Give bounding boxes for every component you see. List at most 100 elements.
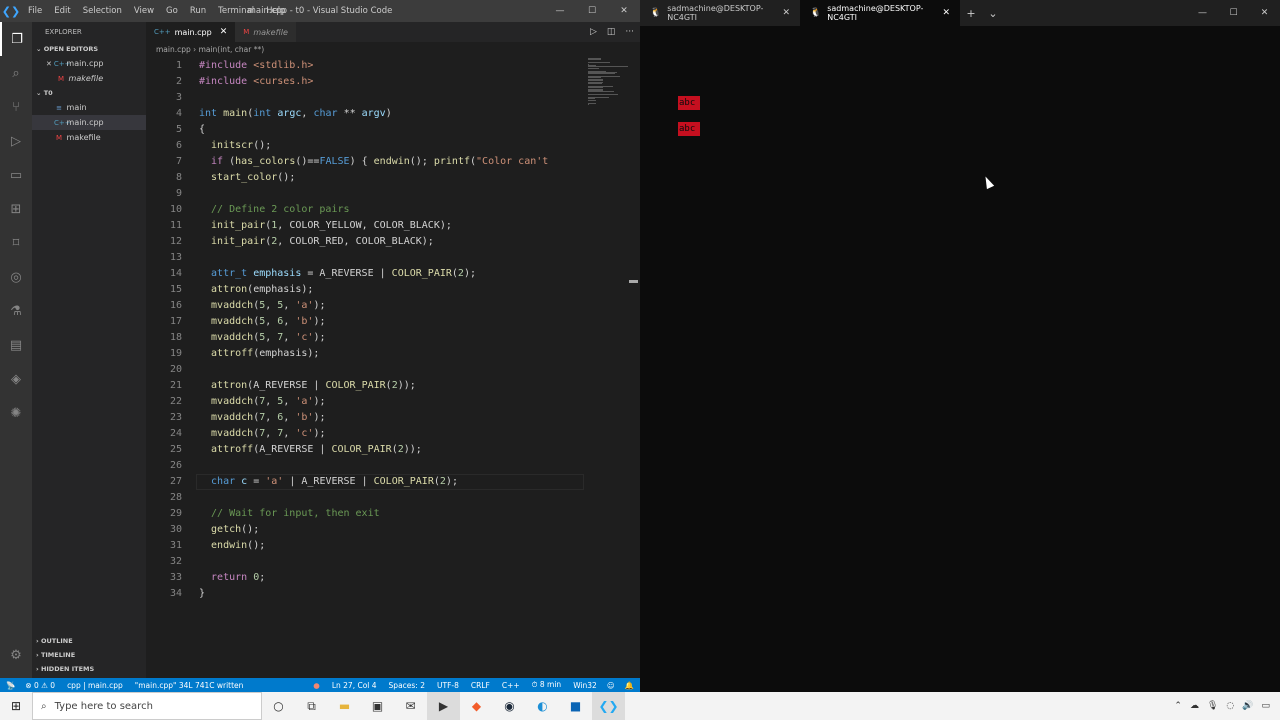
code-line[interactable]: initscr(); xyxy=(199,138,271,154)
code-line[interactable]: mvaddch(5, 7, 'c'); xyxy=(199,330,325,346)
code-line[interactable]: attr_t emphasis = A_REVERSE | COLOR_PAIR… xyxy=(199,266,476,282)
maximize-icon[interactable]: ☐ xyxy=(1218,0,1249,26)
open-editor-main-cpp[interactable]: ✕ C++ main.cpp xyxy=(32,56,146,71)
extensions-icon[interactable]: ⊞ xyxy=(0,192,32,226)
close-icon[interactable]: ✕ xyxy=(46,60,52,68)
settings-gear-icon[interactable]: ⚙ xyxy=(0,638,32,672)
close-icon[interactable]: ✕ xyxy=(1249,0,1280,26)
cursor-position[interactable]: Ln 27, Col 4 xyxy=(326,681,383,690)
docker-icon[interactable]: ◈ xyxy=(0,362,32,396)
new-tab-icon[interactable]: + xyxy=(960,0,982,26)
indentation[interactable]: Spaces: 2 xyxy=(383,681,431,690)
microphone-icon[interactable]: 🎙 xyxy=(1207,701,1218,711)
terminal-tab-1[interactable]: 🐧 sadmachine@DESKTOP-NC4GTI ✕ xyxy=(640,0,800,26)
code-line[interactable]: mvaddch(5, 6, 'b'); xyxy=(199,314,325,330)
terminal-tab-2[interactable]: 🐧 sadmachine@DESKTOP-NC4GTI ✕ xyxy=(800,0,960,26)
code-line[interactable]: } xyxy=(199,586,205,602)
menu-edit[interactable]: Edit xyxy=(48,6,76,16)
action-center-icon[interactable]: ▭ xyxy=(1261,701,1270,711)
code-line[interactable]: { xyxy=(199,122,205,138)
outline-section[interactable]: › OUTLINE xyxy=(32,634,146,648)
mail-icon[interactable]: ✉ xyxy=(394,692,427,720)
code-editor[interactable]: 1 #include <stdlib.h> 2 #include <curses.h>… xyxy=(146,58,584,618)
code-line[interactable]: start_color(); xyxy=(199,170,295,186)
code-line[interactable]: int main(int argc, char ** argv) xyxy=(199,106,392,122)
time-tracker[interactable]: ⏱ 8 min xyxy=(526,680,568,690)
remote-icon[interactable]: 📡 xyxy=(0,681,21,690)
code-line[interactable]: mvaddch(7, 6, 'b'); xyxy=(199,410,325,426)
maximize-icon[interactable]: ☐ xyxy=(576,0,608,22)
testing-icon[interactable]: ⚗ xyxy=(0,294,32,328)
explorer-icon[interactable]: ❐ xyxy=(0,22,32,56)
brave-icon[interactable]: ◆ xyxy=(460,692,493,720)
more-actions-icon[interactable]: ··· xyxy=(625,27,634,37)
folder-t0-section[interactable]: ⌄ T0 xyxy=(32,86,146,100)
volume-icon[interactable]: 🔊 xyxy=(1242,701,1253,711)
open-editors-section[interactable]: ⌄ OPEN EDITORS xyxy=(32,42,146,56)
file-explorer-icon[interactable]: ▬ xyxy=(328,692,361,720)
gitlens-icon[interactable]: ◎ xyxy=(0,260,32,294)
code-line[interactable]: mvaddch(5, 5, 'a'); xyxy=(199,298,325,314)
menu-selection[interactable]: Selection xyxy=(77,6,128,16)
cortana-icon[interactable]: ○ xyxy=(262,692,295,720)
network-icon[interactable]: ◌ xyxy=(1226,701,1234,711)
breadcrumb-symbol[interactable]: main(int, char **) xyxy=(199,45,265,54)
menu-run[interactable]: Run xyxy=(184,6,212,16)
code-line[interactable]: attron(A_REVERSE | COLOR_PAIR(2)); xyxy=(199,378,416,394)
bookmark-icon[interactable]: ⌑ xyxy=(0,226,32,260)
hidden-items-section[interactable]: › HIDDEN ITEMS xyxy=(32,662,146,676)
taskbar-search-box[interactable]: ⌕ Type here to search xyxy=(32,692,262,720)
close-icon[interactable]: ✕ xyxy=(782,8,790,18)
problems-indicator[interactable]: ⊗ 0 ⚠ 0 xyxy=(21,681,59,690)
code-line[interactable]: attroff(emphasis); xyxy=(199,346,319,362)
minimize-icon[interactable]: — xyxy=(544,0,576,22)
run-icon[interactable]: ▷ xyxy=(590,27,597,37)
chevron-down-icon[interactable]: ⌄ xyxy=(982,0,1004,26)
menu-view[interactable]: View xyxy=(128,6,160,16)
encoding[interactable]: UTF-8 xyxy=(431,681,465,690)
remote-explorer-icon[interactable]: ▭ xyxy=(0,158,32,192)
menu-help[interactable]: Help xyxy=(260,6,291,16)
outlook-icon[interactable]: ■ xyxy=(559,692,592,720)
code-line[interactable]: mvaddch(7, 7, 'c'); xyxy=(199,426,325,442)
feedback-icon[interactable]: ☺ xyxy=(603,681,619,690)
code-line[interactable]: #include <curses.h> xyxy=(199,74,313,90)
menu-terminal[interactable]: Terminal xyxy=(212,6,260,16)
code-line[interactable]: char c = 'a' | A_REVERSE | COLOR_PAIR(2)… xyxy=(199,474,458,490)
store-icon[interactable]: ▣ xyxy=(361,692,394,720)
close-icon[interactable]: ✕ xyxy=(942,8,950,18)
timeline-section[interactable]: › TIMELINE xyxy=(32,648,146,662)
code-line[interactable]: attron(emphasis); xyxy=(199,282,313,298)
line-ending[interactable]: CRLF xyxy=(465,681,496,690)
code-line[interactable]: // Wait for input, then exit xyxy=(199,506,380,522)
code-line[interactable]: endwin(); xyxy=(199,538,265,554)
run-debug-icon[interactable]: ▷ xyxy=(0,124,32,158)
steam-icon[interactable]: ◉ xyxy=(493,692,526,720)
platform-indicator[interactable]: Win32 xyxy=(567,681,603,690)
code-line[interactable]: if (has_colors()==FALSE) { endwin(); pri… xyxy=(199,154,548,170)
file-main[interactable]: ≡ main xyxy=(32,100,146,115)
scrollbar[interactable] xyxy=(629,280,638,283)
source-control-icon[interactable]: ⑂ xyxy=(0,90,32,124)
edge-icon[interactable]: ◐ xyxy=(526,692,559,720)
project-manager-icon[interactable]: ▤ xyxy=(0,328,32,362)
live-share-icon[interactable]: ✺ xyxy=(0,396,32,430)
split-editor-icon[interactable]: ◫ xyxy=(607,27,616,37)
onedrive-icon[interactable]: ☁ xyxy=(1190,701,1199,711)
breadcrumb-file[interactable]: main.cpp xyxy=(156,45,191,54)
code-line[interactable]: attroff(A_REVERSE | COLOR_PAIR(2)); xyxy=(199,442,422,458)
task-view-icon[interactable]: ⧉ xyxy=(295,692,328,720)
menu-file[interactable]: File xyxy=(22,6,48,16)
close-icon[interactable]: ✕ xyxy=(608,0,640,22)
windows-start-icon[interactable]: ⊞ xyxy=(0,692,32,720)
code-line[interactable]: // Define 2 color pairs xyxy=(199,202,349,218)
tab-main-cpp[interactable]: C++ main.cpp ✕ xyxy=(146,22,236,42)
code-line[interactable]: #include <stdlib.h> xyxy=(199,58,313,74)
tab-makefile[interactable]: Mmakefile xyxy=(235,22,296,42)
terminal-app-icon[interactable]: ▶ xyxy=(427,692,460,720)
cpp-env-indicator[interactable]: cpp | main.cpp xyxy=(59,681,131,690)
code-line[interactable]: init_pair(1, COLOR_YELLOW, COLOR_BLACK); xyxy=(199,218,452,234)
close-icon[interactable]: ✕ xyxy=(220,27,228,37)
minimize-icon[interactable]: — xyxy=(1187,0,1218,26)
code-line[interactable]: mvaddch(7, 5, 'a'); xyxy=(199,394,325,410)
